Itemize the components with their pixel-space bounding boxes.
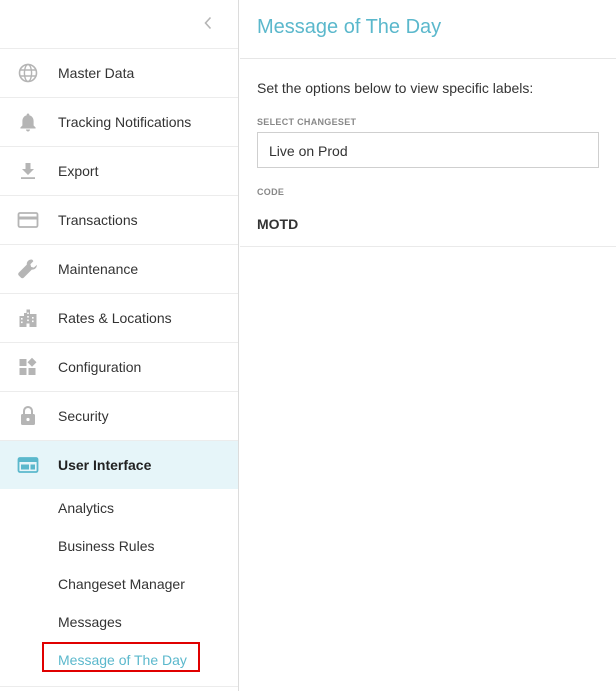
sidebar-item-label: Rates & Locations: [58, 310, 172, 326]
submenu-item-analytics[interactable]: Analytics: [0, 489, 238, 527]
changeset-label: SELECT CHANGESET: [257, 117, 357, 127]
web-window-icon: [17, 454, 39, 476]
submenu-item-label: Message of The Day: [58, 652, 187, 668]
submenu-item-label: Analytics: [58, 500, 115, 516]
sidebar-item-label: Configuration: [58, 359, 142, 375]
submenu-item-messages[interactable]: Messages: [0, 603, 238, 641]
lock-icon: [17, 405, 39, 427]
sidebar-item-label: Tracking Notifications: [58, 114, 192, 130]
credit-card-icon: [17, 209, 39, 231]
sidebar-item-label: Transactions: [58, 212, 138, 228]
sidebar-item-master-data[interactable]: Master Data: [0, 48, 238, 97]
main-content: Message of The Day Set the options below…: [240, 0, 616, 691]
sidebar-item-label: Maintenance: [58, 261, 139, 277]
changeset-select[interactable]: Live on Prod: [257, 132, 599, 168]
submenu-item-label: Changeset Manager: [58, 576, 185, 592]
bell-icon: [17, 111, 39, 133]
submenu-item-label: Messages: [58, 614, 122, 630]
collapse-sidebar-button[interactable]: [198, 12, 218, 34]
user-interface-submenu: Analytics Business Rules Changeset Manag…: [0, 489, 238, 679]
sidebar-item-configuration[interactable]: Configuration: [0, 342, 238, 391]
sidebar-item-tracking-notifications[interactable]: Tracking Notifications: [0, 97, 238, 146]
sidebar-item-label: Master Data: [58, 65, 135, 81]
sidebar-item-label: User Interface: [58, 457, 152, 473]
submenu-item-label: Business Rules: [58, 538, 155, 554]
divider: [240, 58, 616, 59]
sidebar-item-export[interactable]: Export: [0, 146, 238, 195]
sidebar-item-transactions[interactable]: Transactions: [0, 195, 238, 244]
chevron-left-icon: [204, 16, 212, 30]
code-label: CODE: [257, 187, 285, 197]
download-icon: [17, 160, 39, 182]
sidebar-item-maintenance[interactable]: Maintenance: [0, 244, 238, 293]
globe-icon: [17, 62, 39, 84]
city-icon: [17, 307, 39, 329]
submenu-item-business-rules[interactable]: Business Rules: [0, 527, 238, 565]
divider: [0, 686, 238, 687]
intro-text: Set the options below to view specific l…: [257, 80, 534, 96]
page-title: Message of The Day: [257, 16, 442, 38]
submenu-item-message-of-the-day[interactable]: Message of The Day: [0, 641, 238, 679]
wrench-icon: [17, 258, 39, 280]
sidebar-item-security[interactable]: Security: [0, 391, 238, 440]
submenu-item-changeset-manager[interactable]: Changeset Manager: [0, 565, 238, 603]
sidebar: Master Data Tracking Notifications Expor…: [0, 0, 239, 691]
sidebar-item-label: Security: [58, 408, 109, 424]
sidebar-item-label: Export: [58, 163, 99, 179]
sidebar-item-rates-locations[interactable]: Rates & Locations: [0, 293, 238, 342]
widgets-icon: [17, 356, 39, 378]
code-value: MOTD: [257, 216, 299, 232]
changeset-select-value: Live on Prod: [269, 143, 348, 159]
divider: [240, 246, 616, 247]
sidebar-item-user-interface[interactable]: User Interface: [0, 440, 238, 489]
sidebar-menu: Master Data Tracking Notifications Expor…: [0, 48, 238, 489]
